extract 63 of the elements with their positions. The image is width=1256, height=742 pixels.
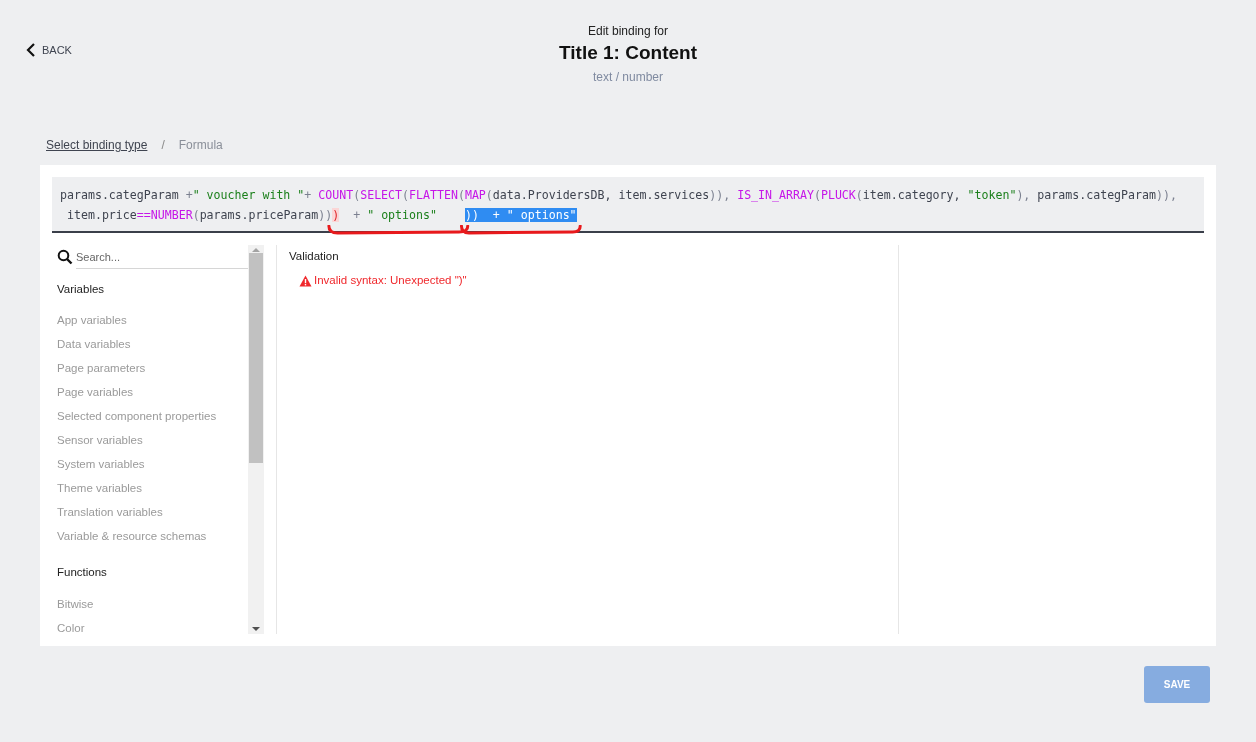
code-token: (: [855, 188, 863, 202]
formula-editor[interactable]: [52, 177, 1204, 233]
sidebar-item[interactable]: Color: [57, 619, 248, 644]
code-token: ==: [136, 208, 151, 222]
code-token: MAP: [464, 188, 486, 202]
sidebar-item[interactable]: Page parameters: [57, 360, 248, 385]
sidebar-item[interactable]: Data variables: [57, 336, 248, 361]
code-token: (: [485, 188, 493, 202]
section-heading: Variables: [57, 282, 106, 297]
page-title: Title 1: Content: [559, 41, 697, 65]
code-token: "token": [967, 188, 1017, 202]
sidebar-item[interactable]: Theme variables: [57, 480, 248, 505]
sidebar-item[interactable]: Selected component properties: [57, 408, 248, 433]
page-subtitle: text / number: [593, 69, 663, 86]
code-token: (: [457, 188, 465, 202]
sidebar-item[interactable]: Page variables: [57, 384, 248, 409]
code-token: )),: [709, 188, 732, 202]
code-token: PLUCK: [820, 188, 856, 202]
search-icon: [57, 249, 73, 265]
code-token: NUMBER: [150, 208, 193, 222]
code-token: " options": [367, 208, 438, 222]
code-token: )): [318, 208, 333, 222]
breadcrumb-link[interactable]: Select binding type: [46, 136, 148, 154]
code-token: item.category,: [862, 188, 962, 202]
sidebar-item[interactable]: Translation variables: [57, 504, 248, 529]
code-token: +: [185, 188, 193, 202]
code-token: (: [353, 188, 361, 202]
back-button[interactable]: BACK: [26, 42, 72, 59]
validation-heading: Validation: [289, 249, 340, 264]
chevron-left-icon: [26, 43, 36, 58]
code-token: item.price: [65, 208, 137, 222]
sidebar-item[interactable]: Bitwise: [57, 595, 248, 620]
error-token: ): [332, 208, 340, 222]
search-field[interactable]: Search...: [57, 245, 248, 269]
code-token: )),: [1156, 188, 1177, 202]
code-token: params.priceParam: [199, 208, 319, 222]
sidebar-item[interactable]: App variables: [57, 312, 248, 337]
scroll-down-arrow-icon[interactable]: [252, 624, 260, 634]
breadcrumb-separator: /: [161, 137, 165, 154]
code-token: +: [304, 188, 313, 202]
code-token: (: [402, 188, 410, 202]
scrollbar[interactable]: [248, 245, 264, 634]
code-token: SELECT: [360, 188, 403, 202]
sidebar-item[interactable]: System variables: [57, 456, 248, 481]
code-token: FLATTEN: [409, 188, 458, 202]
code-token: params.categParam: [1037, 188, 1156, 202]
code-token: " voucher with ": [192, 188, 305, 202]
code-token: ),: [1016, 188, 1032, 202]
breadcrumb-current: Formula: [178, 137, 223, 154]
code-token: COUNT: [318, 188, 354, 202]
code-token: (: [192, 208, 200, 222]
sidebar-item[interactable]: Sensor variables: [57, 432, 248, 457]
code-token: (: [813, 188, 821, 202]
code-token: data.ProvidersDB, item.services: [492, 188, 710, 202]
section-heading: Functions: [57, 565, 108, 581]
code-token: +: [352, 208, 362, 222]
sidebar-item[interactable]: Variable & resource schemas: [57, 528, 248, 553]
validation-error: Invalid syntax: Unexpected ")": [314, 273, 467, 289]
code-token: params.categParam: [60, 188, 180, 202]
selected-code: )) + " options": [464, 208, 577, 222]
header-overline: Edit binding for: [587, 23, 669, 40]
code-token: IS_IN_ARRAY: [737, 188, 814, 202]
warning-icon: [299, 274, 312, 287]
